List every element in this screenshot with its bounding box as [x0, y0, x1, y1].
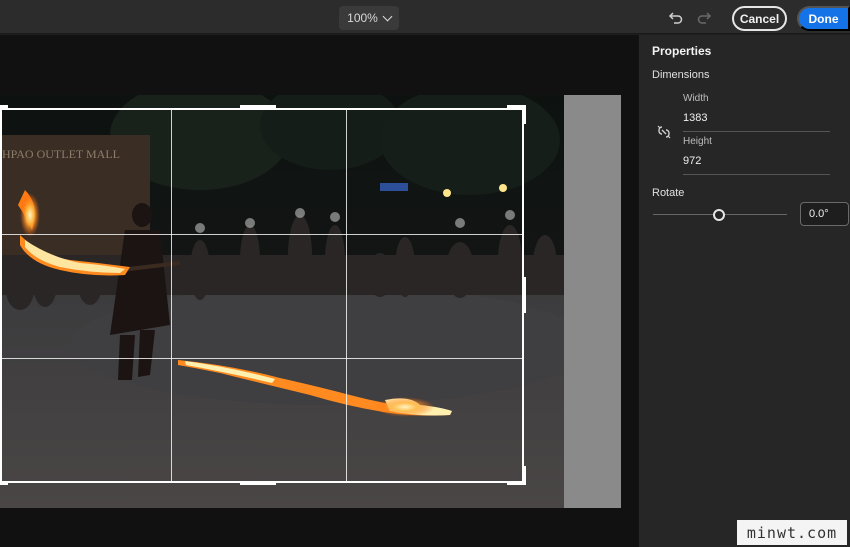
crop-frame[interactable]: [0, 108, 524, 483]
zoom-value: 100%: [347, 11, 378, 25]
rotate-slider-thumb[interactable]: [713, 209, 725, 221]
height-label: Height: [683, 136, 712, 147]
cropped-out-region: [564, 95, 621, 508]
crop-handle-bottom-right-v[interactable]: [522, 466, 526, 485]
cancel-button[interactable]: Cancel: [732, 6, 787, 31]
undo-icon[interactable]: [668, 9, 684, 25]
done-button[interactable]: Done: [797, 6, 850, 31]
width-label: Width: [683, 93, 709, 104]
properties-panel: Properties Dimensions Width 1383 Height …: [638, 35, 850, 547]
top-toolbar: 100% Cancel Done: [0, 0, 850, 34]
dimensions-heading: Dimensions: [652, 69, 710, 81]
panel-title: Properties: [652, 44, 712, 58]
zoom-dropdown[interactable]: 100%: [339, 6, 399, 30]
grid-line-vertical: [171, 110, 172, 481]
crop-handle-top-right-v[interactable]: [522, 105, 526, 124]
chevron-down-icon: [382, 11, 393, 21]
watermark: minwt.com: [737, 520, 847, 545]
crop-handle-right[interactable]: [522, 277, 526, 313]
grid-line-vertical: [346, 110, 347, 481]
height-field[interactable]: 972: [683, 155, 830, 175]
crop-handle-top[interactable]: [240, 105, 276, 109]
redo-icon[interactable]: [696, 9, 712, 25]
crop-handle-bottom-left[interactable]: [0, 481, 8, 485]
grid-line-horizontal: [2, 358, 522, 359]
unlink-icon[interactable]: [656, 124, 672, 140]
rotate-value-input[interactable]: 0.0°: [800, 202, 849, 226]
rotate-heading: Rotate: [652, 187, 685, 199]
crop-handle-bottom[interactable]: [240, 481, 276, 485]
width-field[interactable]: 1383: [683, 112, 830, 132]
crop-handle-top-left[interactable]: [0, 105, 8, 109]
grid-line-horizontal: [2, 234, 522, 235]
